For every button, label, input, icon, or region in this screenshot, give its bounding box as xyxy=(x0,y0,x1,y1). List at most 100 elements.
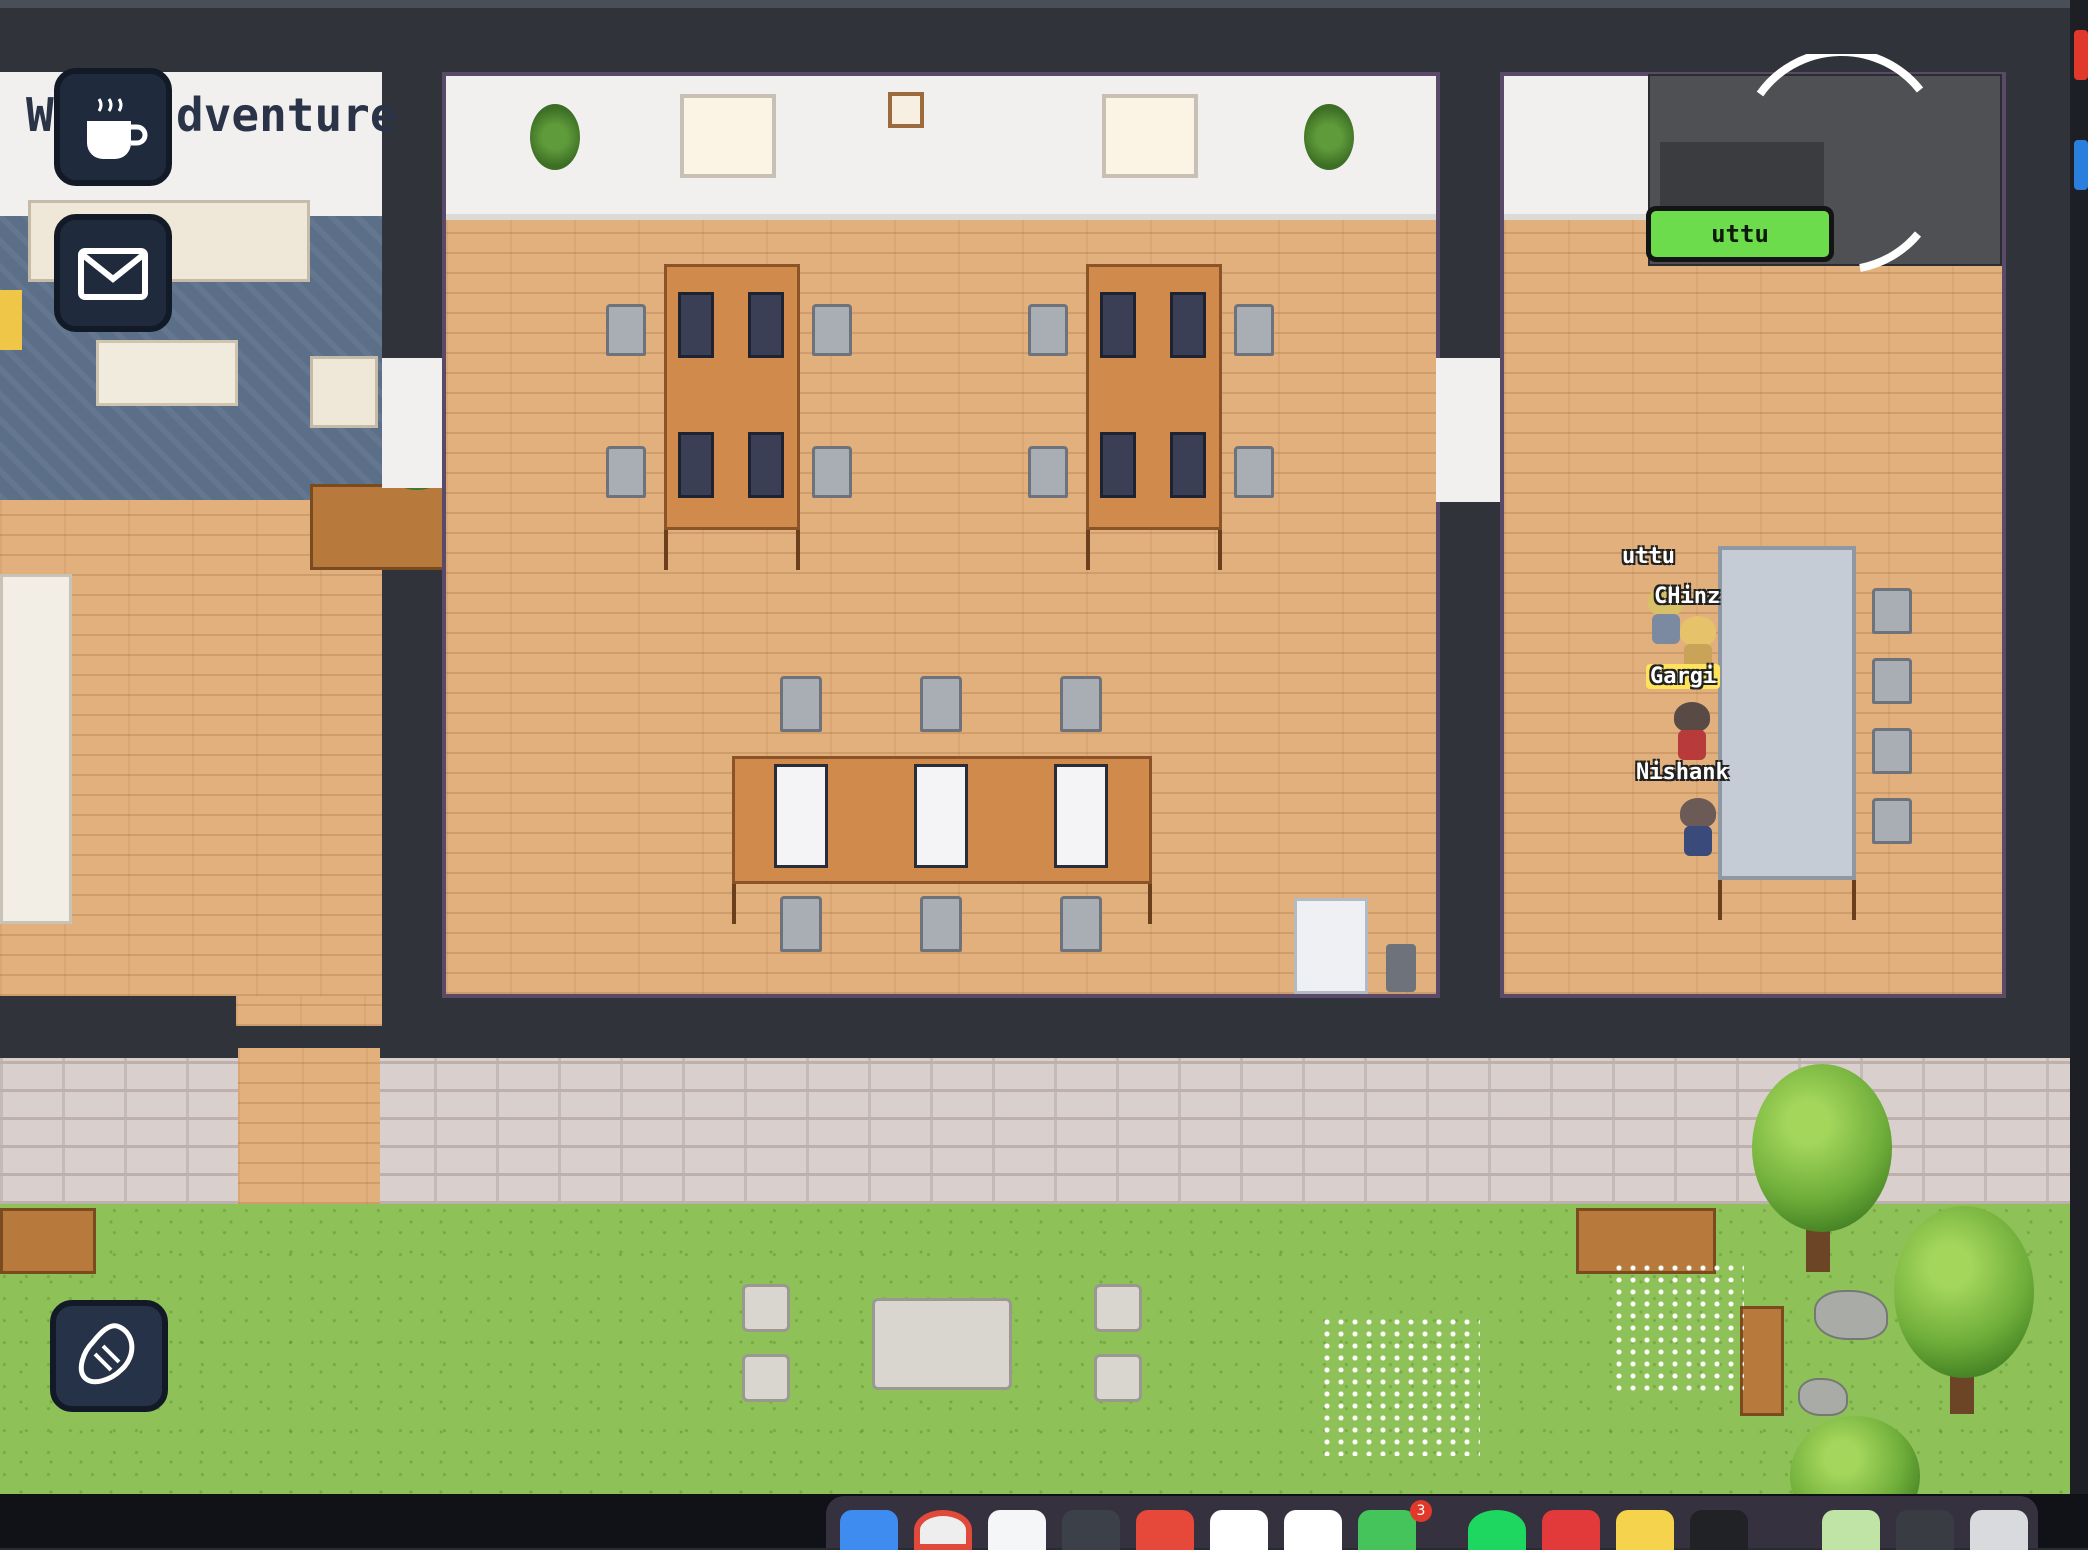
window-right xyxy=(1102,94,1198,178)
desk-leg xyxy=(1086,530,1090,570)
finder-icon[interactable] xyxy=(840,1510,898,1550)
hanging-plant-left xyxy=(530,104,580,170)
finder-window-icon[interactable] xyxy=(1896,1510,1954,1550)
computer-1d xyxy=(748,432,784,498)
notion-icon[interactable] xyxy=(1210,1510,1268,1550)
bench-left xyxy=(0,1208,96,1274)
computer-2b xyxy=(1170,292,1206,358)
doorway-right xyxy=(1436,358,1506,502)
entrance-path[interactable] xyxy=(238,1048,380,1204)
chair xyxy=(1028,446,1068,498)
chair xyxy=(812,446,852,498)
player-name-label: CHinz xyxy=(1654,584,1721,609)
avatar-head xyxy=(1680,616,1716,646)
hanging-plant-right xyxy=(1304,104,1354,170)
trash-bin xyxy=(1386,944,1416,992)
chair xyxy=(812,304,852,356)
edge-indicator-blue xyxy=(2074,140,2088,190)
desk-leg xyxy=(1852,880,1856,920)
paw-icon[interactable] xyxy=(1062,1510,1120,1550)
player-avatar-nishank[interactable] xyxy=(1664,700,1720,766)
notes-icon[interactable] xyxy=(1616,1510,1674,1550)
avatar-body xyxy=(1678,730,1706,760)
doorway-left xyxy=(382,358,450,488)
slack-icon[interactable] xyxy=(1284,1510,1342,1550)
player-name-label: uttu xyxy=(1622,544,1675,569)
chrome-icon[interactable] xyxy=(914,1510,972,1550)
workstation-1 xyxy=(774,764,828,868)
chair xyxy=(780,896,822,952)
avatar-head xyxy=(1680,798,1716,828)
instrument-button[interactable] xyxy=(50,1300,168,1412)
stool xyxy=(1094,1354,1142,1402)
divider-wall-bottom xyxy=(1440,786,1504,998)
chair xyxy=(1060,676,1102,732)
edge-indicator-red xyxy=(2074,30,2088,80)
computer-2d xyxy=(1170,432,1206,498)
mail-icon xyxy=(78,248,148,300)
wall-clock xyxy=(888,92,924,128)
armchair xyxy=(310,356,378,428)
computer-1a xyxy=(678,292,714,358)
desk-leg xyxy=(1718,880,1722,920)
coffee-icon xyxy=(87,98,148,159)
whatsapp-badge: 3 xyxy=(1410,1500,1432,1522)
chair xyxy=(1872,588,1912,634)
trash-icon[interactable] xyxy=(1970,1510,2028,1550)
rocks xyxy=(1814,1290,1888,1340)
office-back-wall xyxy=(446,76,1436,220)
window-top-edge xyxy=(0,0,2088,8)
chair xyxy=(920,676,962,732)
player-name-label: Nishank xyxy=(1636,760,1729,785)
tree xyxy=(1894,1206,2034,1378)
kitchen-counter xyxy=(0,574,72,924)
meeting-table xyxy=(1718,546,1856,880)
computer-1c xyxy=(678,432,714,498)
printer xyxy=(1294,898,1368,994)
spotify-icon[interactable] xyxy=(1468,1510,1526,1550)
computer-1b xyxy=(748,292,784,358)
bench-vertical xyxy=(1740,1306,1784,1416)
rock xyxy=(1798,1378,1848,1416)
workstation-3 xyxy=(1054,764,1108,868)
macos-dock: 3 xyxy=(826,1496,2038,1550)
chair xyxy=(1234,446,1274,498)
computer-2c xyxy=(1100,432,1136,498)
todoist-icon[interactable] xyxy=(1136,1510,1194,1550)
chair xyxy=(780,676,822,732)
preview-icon[interactable] xyxy=(1822,1510,1880,1550)
mail-button[interactable] xyxy=(54,214,172,332)
picnic-table xyxy=(872,1298,1012,1390)
bookshelf xyxy=(310,484,450,570)
player-name-label-highlighted: Gargi xyxy=(1646,664,1721,689)
wps-icon[interactable] xyxy=(1542,1510,1600,1550)
chair xyxy=(1872,728,1912,774)
chair xyxy=(1060,896,1102,952)
terminal-icon[interactable] xyxy=(1690,1510,1748,1550)
coffee-table xyxy=(96,340,238,406)
avatar-head xyxy=(1674,702,1710,732)
vscode-icon[interactable] xyxy=(988,1510,1046,1550)
flower-patch xyxy=(1612,1262,1744,1392)
chair xyxy=(1028,304,1068,356)
stool xyxy=(742,1354,790,1402)
game-map[interactable]: W dventure uttu xyxy=(0,0,2088,1548)
whatsapp-icon[interactable] xyxy=(1358,1510,1416,1550)
chair xyxy=(1872,798,1912,844)
chair xyxy=(1234,304,1274,356)
player-avatar-self[interactable] xyxy=(1670,796,1726,862)
tree xyxy=(1752,1064,1892,1232)
divider-wall-top xyxy=(1440,72,1504,358)
stool xyxy=(1094,1284,1142,1332)
desk-leg xyxy=(664,530,668,570)
yellow-chair xyxy=(0,290,22,350)
chair xyxy=(606,304,646,356)
chair xyxy=(1872,658,1912,704)
flower-patch xyxy=(1320,1316,1480,1456)
computer-2a xyxy=(1100,292,1136,358)
banner-prefix: W xyxy=(26,88,54,142)
coffee-button[interactable] xyxy=(54,68,172,186)
self-name-chip: uttu xyxy=(1646,206,1834,262)
stool xyxy=(742,1284,790,1332)
desk-leg xyxy=(1148,884,1152,924)
